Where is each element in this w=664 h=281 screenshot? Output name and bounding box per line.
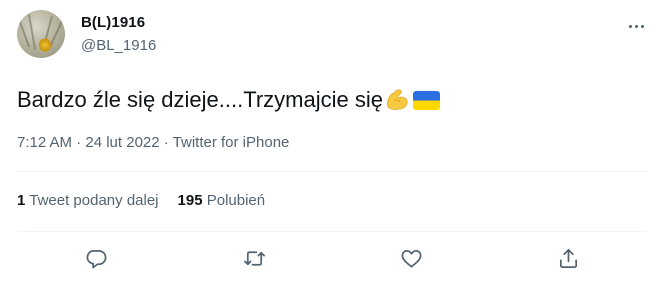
divider bbox=[17, 171, 647, 172]
tweet-meta[interactable]: 7:12 AM · 24 lut 2022 · Twitter for iPho… bbox=[17, 134, 289, 151]
retweets-label: Tweet podany dalej bbox=[29, 192, 159, 209]
flexed-biceps-icon bbox=[387, 89, 408, 110]
likes-label: Polubień bbox=[206, 192, 266, 209]
likes-stat[interactable]: 195 Polubień bbox=[178, 192, 266, 209]
retweet-icon[interactable] bbox=[241, 245, 267, 271]
retweets-count: 1 bbox=[17, 192, 26, 209]
likes-count: 195 bbox=[177, 192, 203, 209]
tweet-card: B(L)1916 @BL_1916 Bardzo źle się dzieje.… bbox=[0, 0, 664, 281]
like-icon[interactable] bbox=[398, 245, 424, 271]
ukraine-flag-icon bbox=[412, 91, 440, 110]
divider bbox=[17, 231, 647, 232]
more-icon[interactable] bbox=[624, 16, 648, 36]
avatar[interactable] bbox=[17, 10, 65, 58]
share-icon[interactable] bbox=[555, 245, 581, 271]
retweets-stat[interactable]: 1 Tweet podany dalej bbox=[17, 192, 159, 209]
author-handle[interactable]: @BL_1916 bbox=[81, 37, 156, 54]
tweet-text: Bardzo źle się dzieje....Trzymajcie się bbox=[17, 87, 383, 112]
tweet-stats: 1 Tweet podany dalej 195 Polubień bbox=[17, 192, 284, 209]
tweet-text-line: Bardzo źle się dzieje....Trzymajcie się bbox=[17, 86, 440, 114]
author-name[interactable]: B(L)1916 bbox=[81, 14, 145, 31]
reply-icon[interactable] bbox=[83, 245, 109, 271]
